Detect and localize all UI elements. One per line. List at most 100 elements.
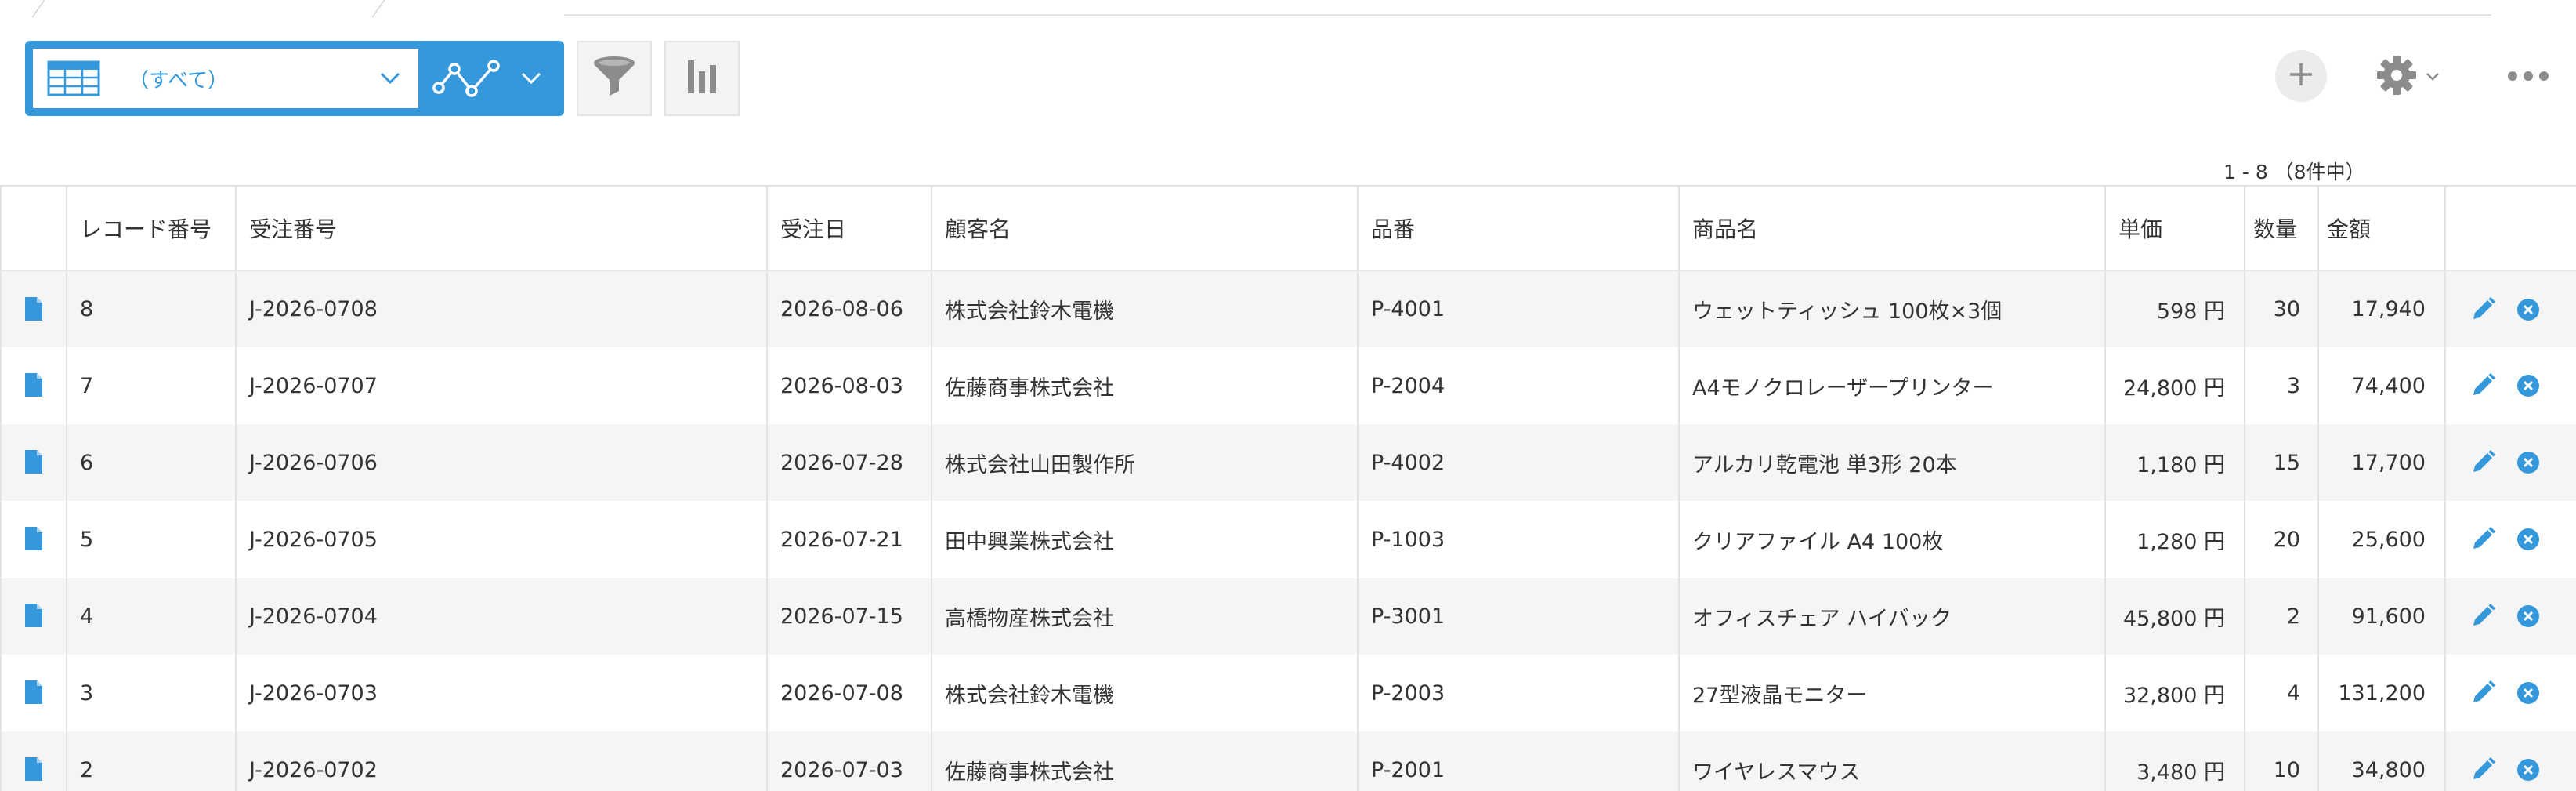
document-icon[interactable] <box>24 372 43 399</box>
record-no-cell: 6 <box>67 424 237 501</box>
column-header-icon <box>0 185 67 271</box>
record-detail-cell <box>0 731 67 791</box>
close-circle-icon[interactable] <box>2515 372 2542 399</box>
part-no-cell: P-4002 <box>1358 424 1680 501</box>
view-label: （すべて） <box>128 68 229 93</box>
close-circle-icon[interactable] <box>2515 296 2542 323</box>
order-date-cell: 2026-07-08 <box>767 655 932 731</box>
table-row: 4 J-2026-0704 2026-07-15 高橋物産株式会社 P-3001… <box>0 578 2576 655</box>
unit-price-cell: 32,800 円 <box>2105 655 2245 731</box>
graph-button[interactable] <box>425 49 559 108</box>
line-graph-icon <box>432 56 500 100</box>
column-header-qty[interactable]: 数量 <box>2245 185 2319 271</box>
unit-price-cell: 3,480 円 <box>2105 731 2245 791</box>
row-actions-cell <box>2445 347 2576 424</box>
pencil-icon[interactable] <box>2469 603 2496 630</box>
pencil-icon[interactable] <box>2469 680 2496 706</box>
unit-price-cell: 598 円 <box>2105 270 2245 347</box>
ellipsis-icon <box>2507 70 2549 85</box>
add-record-button[interactable] <box>2275 50 2327 102</box>
table-header-row: レコード番号 受注番号 受注日 顧客名 品番 商品名 単価 数量 金額 <box>0 185 2576 271</box>
order-date-cell: 2026-07-28 <box>767 424 932 501</box>
close-circle-icon[interactable] <box>2515 449 2542 476</box>
customer-cell: 株式会社山田製作所 <box>932 424 1359 501</box>
record-detail-cell <box>0 424 67 501</box>
table-row: 6 J-2026-0706 2026-07-28 株式会社山田製作所 P-400… <box>0 424 2576 501</box>
document-icon[interactable] <box>24 526 43 553</box>
qty-cell: 15 <box>2245 424 2319 501</box>
close-circle-icon[interactable] <box>2515 757 2542 783</box>
part-no-cell: P-2001 <box>1358 731 1680 791</box>
customer-cell: 佐藤商事株式会社 <box>932 347 1359 424</box>
record-no-cell: 3 <box>67 655 237 731</box>
unit-price-cell: 1,280 円 <box>2105 501 2245 578</box>
view-select[interactable]: （すべて） <box>33 49 418 108</box>
column-header-order-no[interactable]: 受注番号 <box>236 185 768 271</box>
pencil-icon[interactable] <box>2469 296 2496 323</box>
chart-button[interactable] <box>664 41 740 116</box>
close-circle-icon[interactable] <box>2515 526 2542 553</box>
row-actions-cell <box>2445 731 2576 791</box>
column-header-amount[interactable]: 金額 <box>2318 185 2446 271</box>
column-header-customer[interactable]: 顧客名 <box>932 185 1359 271</box>
row-actions-cell <box>2445 270 2576 347</box>
part-no-cell: P-2003 <box>1358 655 1680 731</box>
order-no-cell: J-2026-0702 <box>236 731 768 791</box>
pencil-icon[interactable] <box>2469 372 2496 399</box>
column-header-order-date[interactable]: 受注日 <box>767 185 932 271</box>
row-actions-cell <box>2445 501 2576 578</box>
order-date-cell: 2026-08-06 <box>767 270 932 347</box>
customer-cell: 株式会社鈴木電機 <box>932 655 1359 731</box>
document-icon[interactable] <box>24 296 43 323</box>
record-no-cell: 7 <box>67 347 237 424</box>
row-actions-cell <box>2445 655 2576 731</box>
column-header-record-no[interactable]: レコード番号 <box>67 185 237 271</box>
document-icon[interactable] <box>24 680 43 706</box>
close-circle-icon[interactable] <box>2515 603 2542 630</box>
view-switcher: （すべて） <box>25 41 564 116</box>
bar-chart-icon <box>685 57 719 100</box>
document-icon[interactable] <box>24 449 43 476</box>
record-detail-cell <box>0 501 67 578</box>
pagination-count: 1 - 8 （8件中） <box>2223 161 2365 183</box>
chevron-down-icon <box>517 64 545 93</box>
document-icon[interactable] <box>24 757 43 783</box>
table-row: 3 J-2026-0703 2026-07-08 株式会社鈴木電機 P-2003… <box>0 655 2576 731</box>
order-no-cell: J-2026-0707 <box>236 347 768 424</box>
qty-cell: 2 <box>2245 578 2319 655</box>
record-no-cell: 8 <box>67 270 237 347</box>
amount-cell: 25,600 <box>2318 501 2446 578</box>
pencil-icon[interactable] <box>2469 526 2496 553</box>
amount-cell: 17,940 <box>2318 270 2446 347</box>
column-header-product[interactable]: 商品名 <box>1679 185 2106 271</box>
pencil-icon[interactable] <box>2469 757 2496 783</box>
column-header-actions <box>2445 185 2576 271</box>
order-date-cell: 2026-08-03 <box>767 347 932 424</box>
unit-price-cell: 24,800 円 <box>2105 347 2245 424</box>
column-header-unit-price[interactable]: 単価 <box>2105 185 2245 271</box>
settings-button[interactable] <box>2375 52 2462 102</box>
product-cell: A4モノクロレーザープリンター <box>1679 347 2106 424</box>
record-detail-cell <box>0 578 67 655</box>
table-row: 7 J-2026-0707 2026-08-03 佐藤商事株式会社 P-2004… <box>0 347 2576 424</box>
order-no-cell: J-2026-0703 <box>236 655 768 731</box>
pencil-icon[interactable] <box>2469 449 2496 476</box>
record-detail-cell <box>0 347 67 424</box>
document-icon[interactable] <box>24 603 43 630</box>
breadcrumb-divider <box>371 0 385 17</box>
gear-icon <box>2375 54 2418 100</box>
qty-cell: 10 <box>2245 731 2319 791</box>
column-header-part-no[interactable]: 品番 <box>1358 185 1680 271</box>
chevron-down-icon <box>2426 72 2440 82</box>
filter-button[interactable] <box>577 41 652 116</box>
close-circle-icon[interactable] <box>2515 680 2542 706</box>
row-actions-cell <box>2445 578 2576 655</box>
table-icon <box>47 60 100 96</box>
more-options-button[interactable] <box>2493 52 2563 102</box>
customer-cell: 田中興業株式会社 <box>932 501 1359 578</box>
customer-cell: 株式会社鈴木電機 <box>932 270 1359 347</box>
order-no-cell: J-2026-0705 <box>236 501 768 578</box>
order-date-cell: 2026-07-15 <box>767 578 932 655</box>
part-no-cell: P-4001 <box>1358 270 1680 347</box>
order-no-cell: J-2026-0708 <box>236 270 768 347</box>
